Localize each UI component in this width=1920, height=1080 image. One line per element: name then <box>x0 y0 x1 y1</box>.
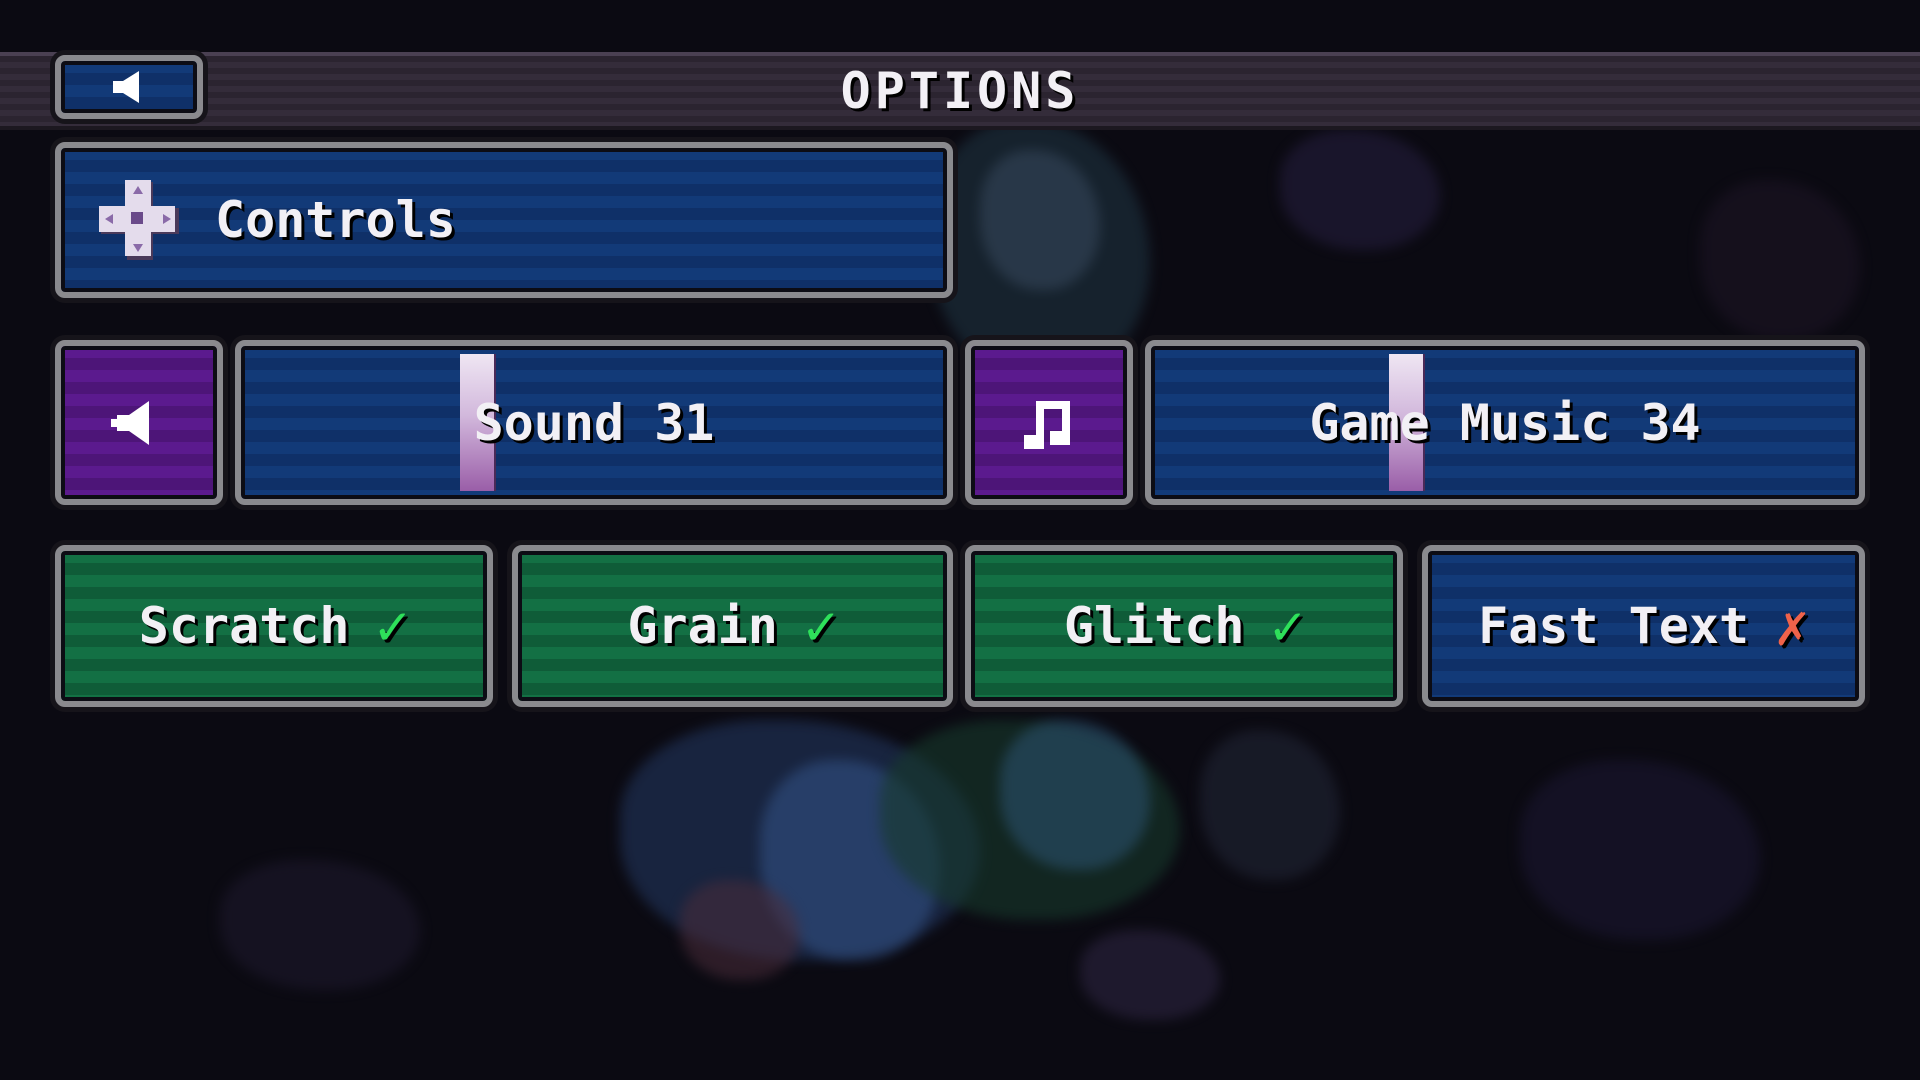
speaker-icon <box>111 397 167 449</box>
sound-slider[interactable]: Sound 31 <box>235 340 953 505</box>
controls-button[interactable]: Controls <box>55 142 953 298</box>
glitch-toggle[interactable]: Glitch ✓ <box>965 545 1403 707</box>
sound-mute-button[interactable] <box>55 340 223 505</box>
cross-icon: ✗ <box>1775 593 1809 659</box>
music-mute-button[interactable] <box>965 340 1133 505</box>
check-icon: ✓ <box>375 593 410 659</box>
fast-text-toggle[interactable]: Fast Text ✗ <box>1422 545 1865 707</box>
dpad-icon <box>97 178 181 262</box>
grain-toggle[interactable]: Grain ✓ <box>512 545 953 707</box>
check-icon: ✓ <box>803 593 838 659</box>
glitch-label: Glitch <box>1063 597 1245 655</box>
music-slider[interactable]: Game Music 34 <box>1145 340 1865 505</box>
fast-text-label: Fast Text <box>1478 597 1750 655</box>
sound-label: Sound 31 <box>473 393 715 452</box>
check-icon: ✓ <box>1270 593 1305 659</box>
back-button[interactable] <box>55 55 203 119</box>
controls-label: Controls <box>215 191 456 249</box>
grain-label: Grain <box>627 597 778 655</box>
scratch-label: Scratch <box>138 597 350 655</box>
page-title: OPTIONS <box>840 62 1080 120</box>
music-note-icon <box>1022 395 1076 451</box>
scratch-toggle[interactable]: Scratch ✓ <box>55 545 493 707</box>
music-label: Game Music 34 <box>1309 393 1701 452</box>
speaker-back-icon <box>109 69 149 105</box>
